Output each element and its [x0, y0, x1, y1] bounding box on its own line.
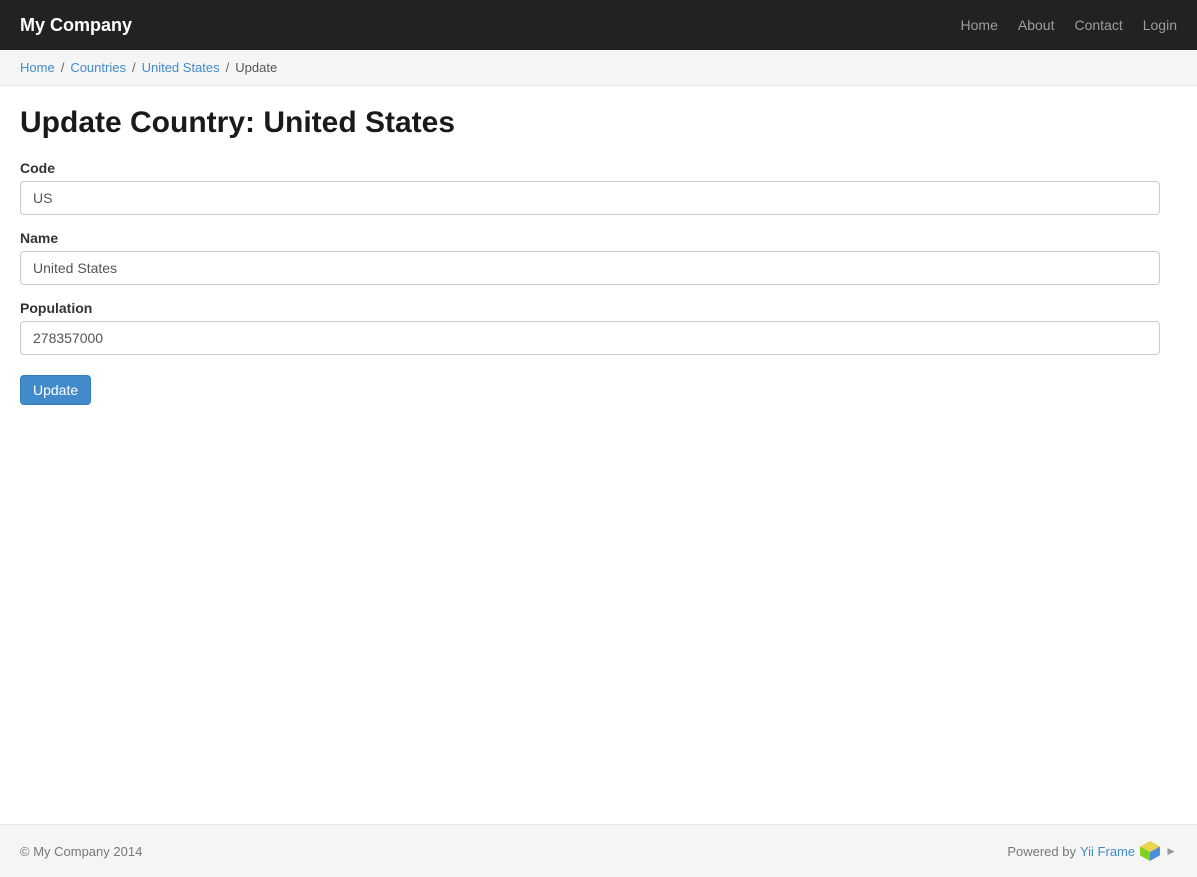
separator-icon-2: / [132, 60, 136, 75]
nav-login[interactable]: Login [1143, 17, 1177, 33]
yii-arrow-icon: ► [1165, 844, 1177, 858]
update-form: Code Name Population Update [20, 160, 1177, 405]
yii-link[interactable]: Yii Frame [1080, 844, 1135, 859]
breadcrumb-item-united-states: United States [142, 60, 220, 75]
navbar: My Company Home About Contact Login [0, 0, 1197, 50]
code-field-group: Code [20, 160, 1177, 215]
breadcrumb-separator-2: / [132, 60, 136, 75]
separator-icon: / [61, 60, 65, 75]
breadcrumb-link-countries[interactable]: Countries [70, 60, 126, 75]
breadcrumb-separator-3: / [226, 60, 230, 75]
population-input[interactable] [20, 321, 1160, 355]
population-field-group: Population [20, 300, 1177, 355]
separator-icon-3: / [226, 60, 230, 75]
name-label: Name [20, 230, 1177, 246]
breadcrumb-separator-1: / [61, 60, 65, 75]
nav-contact[interactable]: Contact [1074, 17, 1122, 33]
name-input[interactable] [20, 251, 1160, 285]
name-field-group: Name [20, 230, 1177, 285]
page-title: Update Country: United States [20, 106, 1177, 140]
main-content: Update Country: United States Code Name … [0, 86, 1197, 824]
yii-label: Yii Frame [1080, 844, 1135, 859]
breadcrumb-item-countries: Countries [70, 60, 126, 75]
nav-home[interactable]: Home [961, 17, 998, 33]
navbar-brand[interactable]: My Company [20, 15, 132, 36]
breadcrumb: Home / Countries / United States / Updat… [20, 60, 1177, 75]
code-label: Code [20, 160, 1177, 176]
breadcrumb-link-home[interactable]: Home [20, 60, 55, 75]
breadcrumb-bar: Home / Countries / United States / Updat… [0, 50, 1197, 86]
breadcrumb-item-home: Home [20, 60, 55, 75]
footer-copyright: © My Company 2014 [20, 844, 142, 859]
breadcrumb-active: Update [235, 60, 277, 75]
footer: © My Company 2014 Powered by Yii Frame ► [0, 824, 1197, 877]
population-label: Population [20, 300, 1177, 316]
powered-by-text: Powered by [1007, 844, 1076, 859]
code-input[interactable] [20, 181, 1160, 215]
navbar-links: Home About Contact Login [961, 17, 1177, 33]
yii-logo-icon [1139, 840, 1161, 862]
nav-about[interactable]: About [1018, 17, 1055, 33]
breadcrumb-link-united-states[interactable]: United States [142, 60, 220, 75]
footer-powered: Powered by Yii Frame ► [1007, 840, 1177, 862]
update-button[interactable]: Update [20, 375, 91, 405]
breadcrumb-item-update: Update [235, 60, 277, 75]
